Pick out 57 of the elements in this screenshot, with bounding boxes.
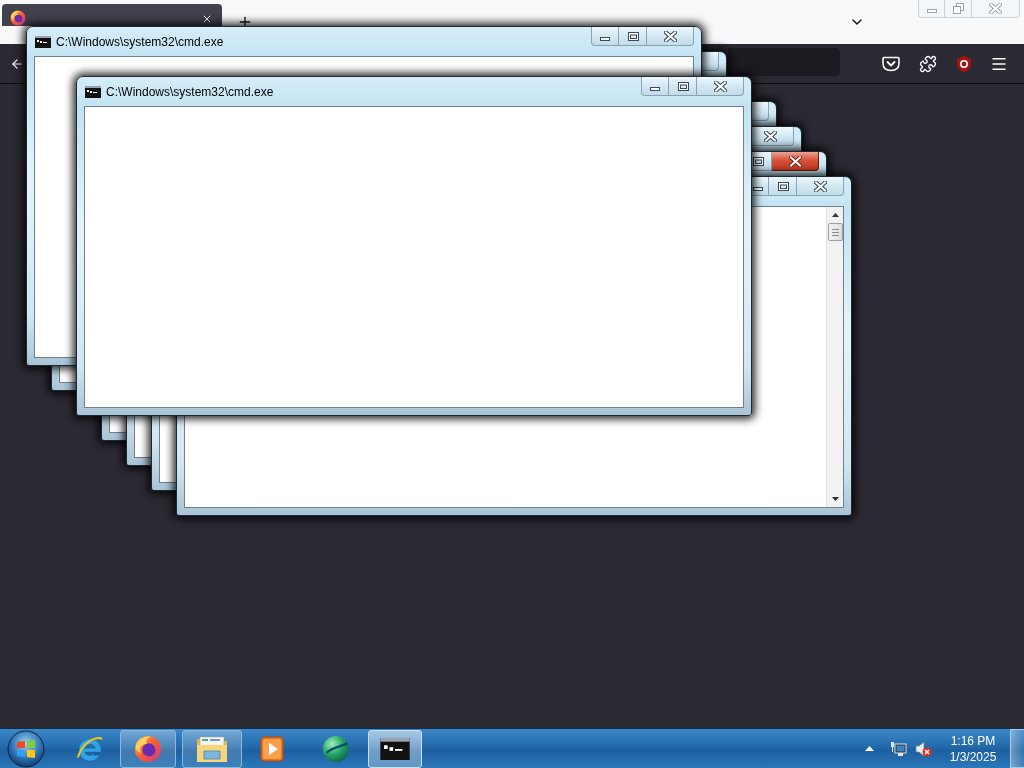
- puzzle-piece-icon[interactable]: [919, 54, 937, 73]
- pocket-icon[interactable]: [882, 55, 900, 72]
- network-icon[interactable]: [890, 740, 907, 757]
- scroll-down-arrow-icon[interactable]: [831, 497, 839, 501]
- clock-time: 1:16 PM: [950, 732, 996, 749]
- browser-logo-icon: [134, 734, 162, 763]
- square-icon: [627, 31, 639, 41]
- browser-logo-icon: [10, 10, 26, 26]
- start-button[interactable]: [5, 729, 47, 768]
- close-icon: [714, 80, 727, 92]
- minimize-icon: [926, 9, 937, 13]
- minimize-button[interactable]: [641, 77, 669, 96]
- scrollbar[interactable]: [826, 207, 843, 507]
- speaker-muted-icon[interactable]: [915, 740, 932, 757]
- maximize-button[interactable]: [752, 152, 772, 171]
- maximize-button[interactable]: [619, 27, 647, 46]
- minimize-button[interactable]: [752, 177, 769, 196]
- close-icon: [814, 180, 827, 192]
- close-button[interactable]: [772, 152, 819, 171]
- close-button[interactable]: [647, 27, 694, 46]
- minimize-button[interactable]: [591, 27, 619, 46]
- close-button[interactable]: [702, 52, 719, 71]
- restore-icon: [952, 3, 964, 14]
- taskbar-button[interactable]: [368, 729, 422, 768]
- terminal-icon: [380, 737, 410, 760]
- globe-logo-icon: [321, 733, 351, 764]
- scroll-up-arrow-icon[interactable]: [831, 213, 839, 217]
- minimize-icon: [600, 37, 610, 41]
- minimize-icon: [753, 187, 763, 191]
- close-icon[interactable]: [201, 13, 213, 25]
- play-icon: [260, 735, 284, 762]
- close-button[interactable]: [752, 127, 794, 146]
- close-icon: [989, 3, 1002, 14]
- close-icon: [664, 30, 677, 42]
- back-arrow-icon[interactable]: [10, 56, 24, 71]
- browser-tab[interactable]: [2, 4, 222, 26]
- close-icon: [789, 155, 802, 167]
- close-icon: [764, 130, 777, 142]
- maximize-button[interactable]: [669, 77, 697, 96]
- square-icon: [777, 181, 789, 191]
- square-icon: [753, 156, 764, 166]
- square-icon: [677, 81, 689, 91]
- window-title: C:\Windows\system32\cmd.exe: [56, 33, 224, 50]
- show-desktop-button[interactable]: [1010, 729, 1024, 768]
- terminal-icon: [85, 85, 101, 98]
- up-arrow-icon[interactable]: [865, 746, 874, 751]
- window-title: C:\Windows\system32\cmd.exe: [106, 83, 274, 100]
- maximize-button[interactable]: [769, 177, 797, 196]
- terminal-icon: [35, 35, 51, 48]
- close-button[interactable]: [752, 102, 769, 121]
- scroll-thumb[interactable]: [827, 223, 843, 241]
- clock-date: 1/3/2025: [949, 748, 997, 765]
- folder-icon: [196, 734, 228, 763]
- close-button[interactable]: [797, 177, 844, 196]
- close-button[interactable]: [697, 77, 744, 96]
- shield-logo-icon[interactable]: [955, 54, 973, 73]
- minimize-icon: [650, 87, 660, 91]
